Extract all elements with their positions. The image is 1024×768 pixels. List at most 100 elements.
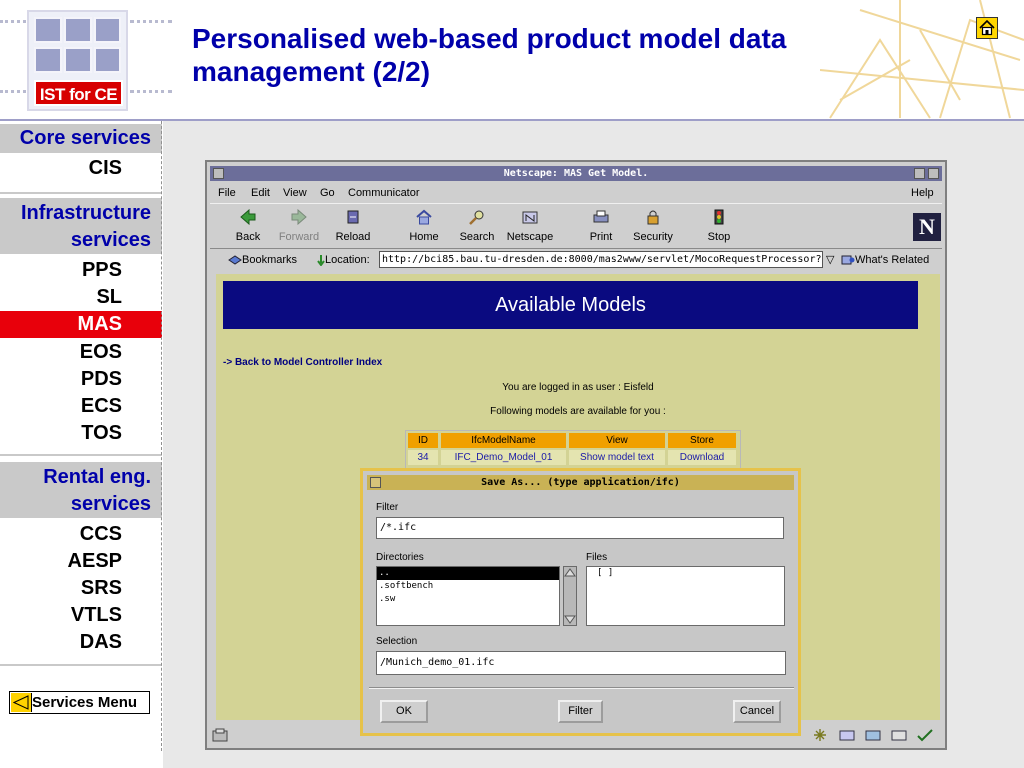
netscape-icon (522, 211, 538, 224)
nav-item-eos[interactable]: EOS (0, 339, 162, 366)
bookmarks-button[interactable]: Bookmarks (228, 249, 297, 271)
directories-scrollbar[interactable] (563, 566, 577, 626)
ok-button[interactable]: OK (380, 700, 428, 723)
search-button[interactable]: Search (449, 206, 505, 246)
back-to-index-link[interactable]: -> Back to Model Controller Index (223, 357, 382, 368)
save-as-dialog: Save As... (type application/ifc) Filter… (360, 468, 801, 736)
home-button[interactable] (976, 17, 998, 39)
nav-item-srs[interactable]: SRS (0, 575, 162, 602)
menu-edit[interactable]: Edit (251, 184, 270, 202)
url-input[interactable]: http://bci85.bau.tu-dresden.de:8000/mas2… (379, 251, 823, 268)
cancel-button[interactable]: Cancel (733, 700, 781, 723)
nav-item-ecs[interactable]: ECS (0, 393, 162, 420)
home-icon (979, 19, 995, 36)
nav-heading-rental-eng-services[interactable]: Rental eng. services (0, 462, 162, 518)
home-toolbar-button[interactable]: Home (396, 206, 452, 246)
menu-go[interactable]: Go (320, 184, 335, 202)
services-menu-label: Services Menu (32, 694, 138, 711)
directory-item[interactable]: .sw (377, 593, 559, 606)
back-button[interactable]: Back (220, 206, 276, 246)
directory-item[interactable]: .. (377, 567, 559, 580)
window-title: Netscape: MAS Get Model. (503, 168, 649, 179)
nav-item-das[interactable]: DAS (0, 629, 162, 656)
menu-communicator[interactable]: Communicator (348, 184, 420, 202)
download-link[interactable]: Download (668, 450, 736, 465)
nav-item-mas[interactable]: MAS (0, 311, 162, 338)
padlock-icon (647, 210, 659, 225)
nav-item-ccs[interactable]: CCS (0, 521, 162, 548)
table-header-ifcmodelname: IfcModelName (441, 433, 566, 448)
nav-heading-core-services[interactable]: Core services (0, 124, 162, 153)
forward-label: Forward (278, 231, 320, 243)
home-label: Home (409, 231, 439, 243)
table-header-view: View (569, 433, 665, 448)
directory-item[interactable]: .softbench (377, 580, 559, 593)
bookmark-icon (228, 255, 242, 265)
services-menu-button[interactable]: Services Menu (9, 691, 150, 714)
dialog-menu-button[interactable] (370, 477, 381, 488)
logo-square (34, 17, 62, 43)
browser-menubar: File Edit View Go Communicator Help (210, 184, 942, 202)
component-bar-icons[interactable] (812, 728, 942, 742)
stop-light-icon (714, 209, 724, 225)
netscape-button[interactable]: Netscape (502, 206, 558, 246)
nav-item-tos[interactable]: TOS (0, 420, 162, 447)
nav-item-cis[interactable]: CIS (0, 155, 162, 182)
nav-border (161, 121, 162, 751)
reload-button[interactable]: Reload (325, 206, 381, 246)
model-name-link[interactable]: IFC_Demo_Model_01 (441, 450, 566, 465)
decorative-dots (0, 20, 26, 23)
security-button[interactable]: Security (625, 206, 681, 246)
models-table: ID IfcModelName View Store 34 IFC_Demo_M… (405, 430, 741, 469)
nav-item-vtls[interactable]: VTLS (0, 602, 162, 629)
logo-square (94, 17, 121, 43)
window-titlebar[interactable]: Netscape: MAS Get Model. (210, 166, 942, 181)
menu-help[interactable]: Help (911, 184, 934, 202)
nav-divider (0, 192, 162, 194)
menu-file[interactable]: File (218, 184, 236, 202)
decorative-dots (130, 90, 172, 93)
nav-divider (0, 454, 162, 456)
netscape-label: Netscape (506, 231, 554, 243)
directories-list[interactable]: .. .softbench .sw (376, 566, 560, 626)
browser-toolbar: Back Forward Reload Home Search Netscape… (210, 203, 942, 249)
window-menu-button[interactable] (213, 168, 224, 179)
back-arrow-icon (11, 693, 32, 712)
whats-related-button[interactable]: What's Related (841, 249, 929, 271)
stop-button[interactable]: Stop (691, 206, 747, 246)
selection-input[interactable]: /Munich_demo_01.ifc (376, 651, 786, 675)
location-bar: Bookmarks Location: http://bci85.bau.tu-… (210, 249, 942, 271)
model-id-cell: 34 (408, 450, 438, 465)
show-model-text-link[interactable]: Show model text (569, 450, 665, 465)
location-arrow-icon (317, 255, 325, 267)
services-nav: Core services CIS Infrastructure service… (0, 121, 162, 768)
nav-heading-label: Rental eng. services (43, 466, 151, 515)
dialog-titlebar[interactable]: Save As... (type application/ifc) (367, 475, 794, 490)
nav-item-sl[interactable]: SL (0, 284, 162, 311)
ist-for-ce-logo: IST for CE (27, 10, 128, 111)
available-models-text: Following models are available for you : (490, 406, 666, 417)
files-list[interactable]: [ ] (586, 566, 785, 626)
nav-item-pps[interactable]: PPS (0, 257, 162, 284)
filter-input[interactable]: /*.ifc (376, 517, 784, 539)
url-dropdown-arrow-icon[interactable]: ▽ (826, 249, 834, 271)
forward-button[interactable]: Forward (271, 206, 327, 246)
logo-square (94, 47, 121, 73)
nav-heading-infrastructure-services[interactable]: Infrastructure services (0, 198, 162, 254)
nav-item-pds[interactable]: PDS (0, 366, 162, 393)
minimize-button[interactable] (914, 168, 925, 179)
files-label: Files (586, 552, 608, 563)
file-item[interactable]: [ ] (587, 567, 784, 580)
print-button[interactable]: Print (573, 206, 629, 246)
back-label: Back (235, 231, 261, 243)
nav-item-aesp[interactable]: AESP (0, 548, 162, 575)
filter-button[interactable]: Filter (558, 700, 603, 723)
security-label: Security (633, 231, 673, 243)
print-label: Print (589, 231, 613, 243)
logo-square (34, 47, 62, 73)
menu-view[interactable]: View (283, 184, 307, 202)
dialog-title: Save As... (type application/ifc) (481, 477, 680, 488)
reload-label: Reload (335, 231, 371, 243)
location-text: Location: (325, 254, 370, 266)
maximize-button[interactable] (928, 168, 939, 179)
